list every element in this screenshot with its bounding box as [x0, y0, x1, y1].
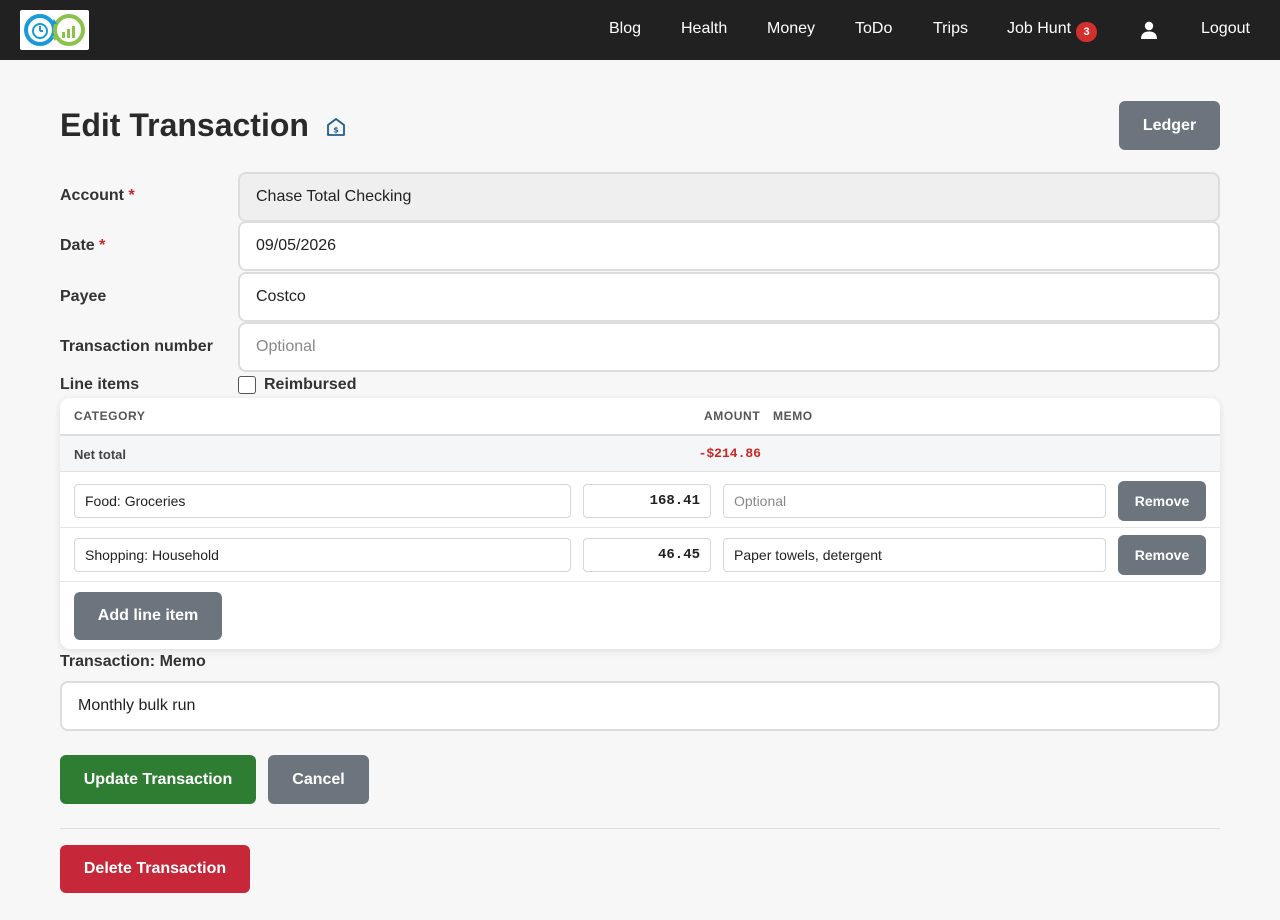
line-item-amount-input[interactable] [583, 484, 711, 518]
svg-text:$: $ [333, 126, 339, 135]
line-item-category-input[interactable] [74, 538, 571, 572]
transaction-number-label: Transaction number [60, 338, 213, 355]
top-navbar: Blog Health Money ToDo Trips Job Hunt 3 … [0, 0, 1280, 60]
row-divider [60, 527, 1220, 528]
remove-line-item-button[interactable]: Remove [1118, 535, 1206, 575]
net-total-label: Net total [74, 447, 126, 462]
row-divider [60, 581, 1220, 582]
remove-line-item-button[interactable]: Remove [1118, 481, 1206, 521]
house-dollar-icon[interactable]: $ [325, 116, 347, 138]
update-transaction-button[interactable]: Update Transaction [60, 755, 256, 804]
transaction-number-field[interactable] [238, 322, 1220, 372]
line-items-label: Line items [60, 376, 140, 393]
logo-icon[interactable] [20, 10, 89, 50]
header-amount: AMOUNT [704, 409, 761, 423]
reimbursed-label[interactable]: Reimbursed [264, 375, 356, 395]
header-memo: MEMO [773, 409, 813, 423]
account-field[interactable] [238, 172, 1220, 222]
add-line-item-button[interactable]: Add line item [74, 592, 222, 640]
nav-logout[interactable]: Logout [1201, 19, 1250, 39]
line-item-category-input[interactable] [74, 484, 571, 518]
line-item-memo-input[interactable] [723, 484, 1106, 518]
section-divider [60, 828, 1220, 829]
date-label: Date * [60, 237, 106, 254]
reimbursed-checkbox[interactable] [238, 376, 256, 394]
account-label: Account * [60, 187, 135, 204]
cancel-button[interactable]: Cancel [268, 755, 369, 804]
nav-job-hunt[interactable]: Job Hunt [1007, 19, 1071, 39]
nav-todo[interactable]: ToDo [855, 19, 892, 39]
nav-money[interactable]: Money [767, 19, 815, 39]
net-total-row: Net total -$214.86 [60, 436, 1220, 472]
nav-blog[interactable]: Blog [609, 19, 641, 39]
net-total-value: -$214.86 [698, 446, 761, 461]
delete-transaction-button[interactable]: Delete Transaction [60, 845, 250, 893]
payee-field[interactable] [238, 272, 1220, 322]
nav-trips[interactable]: Trips [933, 19, 968, 39]
transaction-memo-field[interactable] [60, 681, 1220, 731]
header-category: CATEGORY [74, 409, 146, 423]
line-item-memo-input[interactable] [723, 538, 1106, 572]
payee-label: Payee [60, 288, 107, 305]
nav-health[interactable]: Health [681, 19, 727, 39]
date-field[interactable] [238, 221, 1220, 271]
transaction-memo-label: Transaction: Memo [60, 653, 206, 670]
line-items-table: CATEGORY AMOUNT MEMO Net total -$214.86 … [60, 398, 1220, 649]
job-hunt-count-badge: 3 [1076, 22, 1097, 42]
page-title: Edit Transaction [60, 107, 309, 143]
ledger-button[interactable]: Ledger [1119, 101, 1220, 150]
line-item-amount-input[interactable] [583, 538, 711, 572]
user-icon[interactable] [1139, 20, 1159, 40]
